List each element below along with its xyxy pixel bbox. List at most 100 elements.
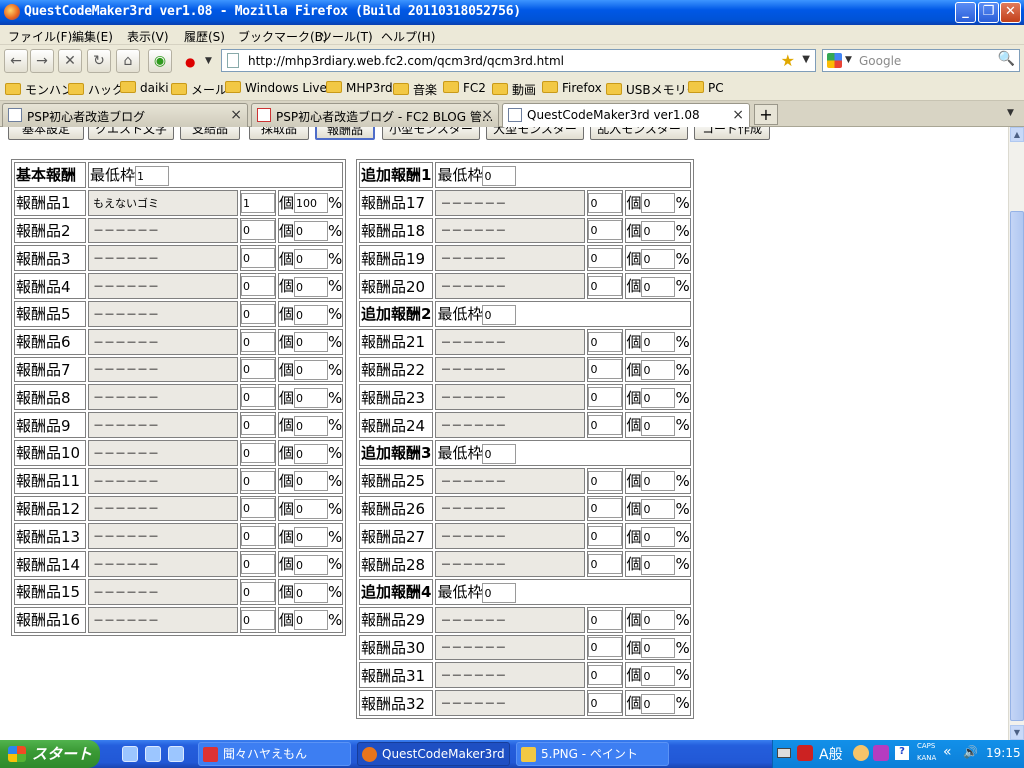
reward-count-input[interactable]: 0 bbox=[588, 637, 623, 658]
scroll-up-icon[interactable]: ▲ bbox=[1010, 127, 1024, 142]
reward-count-input[interactable]: 0 bbox=[588, 359, 623, 380]
reward-percent-input[interactable]: 0 bbox=[641, 610, 676, 631]
bookmark-folder[interactable]: 音楽 bbox=[393, 81, 437, 97]
tab-button-large-monsters[interactable]: 大型モンスター bbox=[486, 127, 584, 140]
reward-item-value[interactable]: －－－－－－ bbox=[93, 447, 159, 460]
url-dropdown-icon[interactable]: ▼ bbox=[802, 54, 810, 65]
reward-item-value[interactable]: －－－－－－ bbox=[93, 558, 159, 571]
reward-percent-input[interactable]: 0 bbox=[641, 249, 676, 270]
bookmark-folder[interactable]: Firefox bbox=[542, 81, 602, 97]
reward-item-select[interactable]: －－－－－－ bbox=[88, 523, 238, 550]
reward-item-select[interactable]: －－－－－－ bbox=[435, 384, 586, 411]
tab-button-supplies[interactable]: 支給品 bbox=[180, 127, 240, 140]
reward-item-value[interactable]: －－－－－－ bbox=[93, 252, 159, 265]
tab-button-small-monsters[interactable]: 小型モンスター bbox=[382, 127, 480, 140]
reward-item-value[interactable]: －－－－－－ bbox=[440, 336, 506, 349]
tab-fc2-admin[interactable]: PSP初心者改造ブログ - FC2 BLOG 管... × bbox=[251, 103, 499, 127]
reward-count-input[interactable]: 0 bbox=[588, 665, 623, 686]
reward-item-value[interactable]: －－－－－－ bbox=[440, 197, 506, 210]
record-icon[interactable]: ● bbox=[185, 55, 195, 69]
reward-item-select[interactable]: －－－－－－ bbox=[435, 356, 586, 383]
reward-item-value[interactable]: －－－－－－ bbox=[440, 475, 506, 488]
reward-item-select[interactable]: －－－－－－ bbox=[88, 606, 238, 633]
min-slot-input[interactable]: 0 bbox=[482, 165, 517, 186]
volume-icon[interactable]: 🔊 bbox=[963, 745, 978, 759]
reward-item-select[interactable]: －－－－－－ bbox=[88, 300, 238, 327]
reward-item-value[interactable]: －－－－－－ bbox=[93, 530, 159, 543]
reward-item-select[interactable]: －－－－－－ bbox=[435, 217, 586, 244]
reward-item-select[interactable]: －－－－－－ bbox=[435, 690, 586, 716]
reward-count-input[interactable]: 0 bbox=[241, 303, 275, 324]
keyboard-icon[interactable] bbox=[777, 748, 791, 758]
tab-psp-blog[interactable]: PSP初心者改造ブログ × bbox=[2, 103, 248, 127]
search-icon[interactable]: 🔍 bbox=[998, 51, 1015, 67]
address-bar[interactable]: http://mhp3rdiary.web.fc2.com/qcm3rd/qcm… bbox=[221, 49, 816, 72]
reward-item-value[interactable]: －－－－－－ bbox=[440, 614, 506, 627]
reward-item-value[interactable]: －－－－－－ bbox=[440, 697, 506, 710]
reward-percent-input[interactable]: 0 bbox=[641, 360, 676, 381]
reward-percent-input[interactable]: 0 bbox=[641, 665, 676, 686]
reward-item-select[interactable]: －－－－－－ bbox=[435, 273, 586, 299]
reward-item-select[interactable]: －－－－－－ bbox=[88, 273, 238, 299]
reward-item-select[interactable]: －－－－－－ bbox=[435, 662, 586, 689]
tab-questcodemaker[interactable]: QuestCodeMaker3rd ver1.08 × bbox=[502, 103, 750, 128]
reward-item-value[interactable]: －－－－－－ bbox=[440, 558, 506, 571]
reward-count-input[interactable]: 0 bbox=[241, 415, 275, 436]
reward-percent-input[interactable]: 0 bbox=[294, 610, 329, 631]
reward-item-value[interactable]: －－－－－－ bbox=[440, 252, 506, 265]
reward-count-input[interactable]: 0 bbox=[588, 498, 623, 519]
reward-percent-input[interactable]: 0 bbox=[294, 304, 329, 325]
close-button[interactable]: ✕ bbox=[1000, 2, 1021, 23]
reward-percent-input[interactable]: 0 bbox=[641, 499, 676, 520]
reward-percent-input[interactable]: 0 bbox=[294, 221, 329, 242]
menu-edit[interactable]: 編集(E) bbox=[72, 28, 113, 45]
reward-count-input[interactable]: 1 bbox=[241, 192, 275, 213]
reward-percent-input[interactable]: 0 bbox=[294, 582, 329, 603]
reward-item-value[interactable]: －－－－－－ bbox=[440, 669, 506, 682]
reward-item-select[interactable]: もえないゴミ bbox=[88, 189, 238, 216]
reward-item-select[interactable]: －－－－－－ bbox=[88, 217, 238, 244]
reward-item-value[interactable]: もえないゴミ bbox=[93, 197, 159, 210]
bookmark-folder[interactable]: daiki bbox=[120, 81, 169, 97]
reward-item-select[interactable]: －－－－－－ bbox=[435, 328, 586, 355]
ime-tool-icon[interactable] bbox=[873, 745, 889, 761]
reward-percent-input[interactable]: 100 bbox=[294, 193, 329, 214]
close-tab-icon[interactable]: × bbox=[481, 107, 493, 123]
reward-percent-input[interactable]: 0 bbox=[294, 276, 329, 297]
list-tabs-icon[interactable]: ▼ bbox=[1007, 108, 1014, 118]
new-tab-button[interactable]: + bbox=[754, 104, 778, 125]
bookmark-folder[interactable]: モンハン bbox=[5, 81, 73, 97]
security-icon[interactable] bbox=[797, 745, 813, 761]
bookmark-folder[interactable]: PC bbox=[688, 81, 724, 97]
reward-percent-input[interactable]: 0 bbox=[641, 471, 676, 492]
maximize-button[interactable]: ❐ bbox=[978, 2, 999, 23]
reward-percent-input[interactable]: 0 bbox=[641, 415, 676, 436]
ime-mode-indicator[interactable]: A般 bbox=[819, 744, 843, 764]
reward-count-input[interactable]: 0 bbox=[241, 220, 275, 241]
reward-item-value[interactable]: －－－－－－ bbox=[93, 475, 159, 488]
reward-item-select[interactable]: －－－－－－ bbox=[435, 189, 586, 216]
reward-item-select[interactable]: －－－－－－ bbox=[435, 523, 586, 550]
tab-button-rewards[interactable]: 報酬品 bbox=[315, 127, 375, 140]
reward-item-value[interactable]: －－－－－－ bbox=[93, 224, 159, 237]
reward-percent-input[interactable]: 0 bbox=[641, 276, 676, 297]
reward-percent-input[interactable]: 0 bbox=[294, 471, 329, 492]
reward-percent-input[interactable]: 0 bbox=[641, 332, 676, 353]
stop-icon[interactable]: ✕ bbox=[58, 49, 82, 73]
bookmark-star-icon[interactable]: ★ bbox=[781, 51, 795, 70]
bookmark-folder[interactable]: ハック bbox=[68, 81, 124, 97]
task-hayaemon[interactable]: 聞々ハヤえもん bbox=[198, 742, 351, 766]
reward-item-value[interactable]: －－－－－－ bbox=[93, 614, 159, 627]
reward-item-select[interactable]: －－－－－－ bbox=[88, 467, 238, 494]
ime-icon[interactable] bbox=[853, 745, 869, 761]
bookmark-folder[interactable]: メール bbox=[171, 81, 227, 97]
reward-item-select[interactable]: －－－－－－ bbox=[88, 495, 238, 522]
tab-button-gathering[interactable]: 採取品 bbox=[249, 127, 309, 140]
reward-item-value[interactable]: －－－－－－ bbox=[440, 641, 506, 654]
ie-icon[interactable] bbox=[122, 746, 138, 762]
reward-item-select[interactable]: －－－－－－ bbox=[435, 467, 586, 494]
reward-count-input[interactable]: 0 bbox=[241, 442, 275, 463]
reward-percent-input[interactable]: 0 bbox=[641, 388, 676, 409]
reward-item-value[interactable]: －－－－－－ bbox=[93, 336, 159, 349]
reward-count-input[interactable]: 0 bbox=[241, 498, 275, 519]
